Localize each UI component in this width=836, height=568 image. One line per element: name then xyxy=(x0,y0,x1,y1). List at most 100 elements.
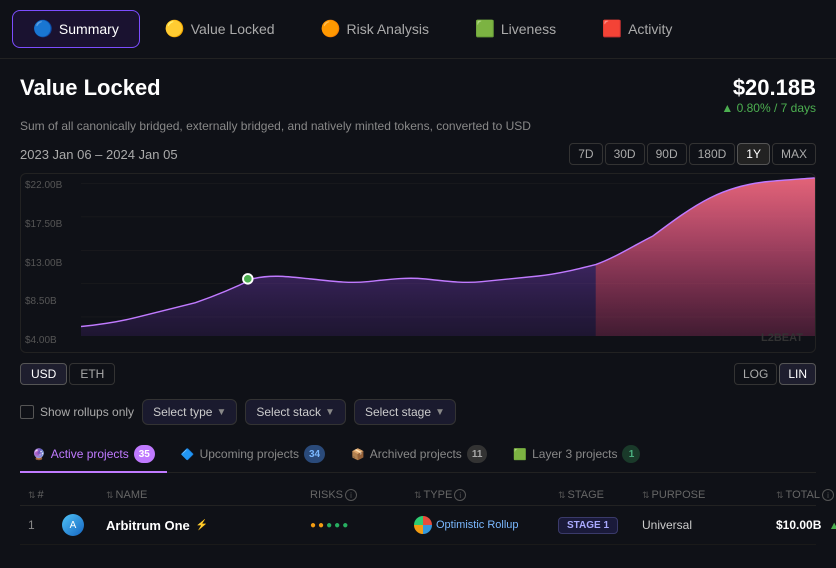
tab-liveness[interactable]: 🟩 Liveness xyxy=(454,10,577,48)
type-select[interactable]: Select type ▼ xyxy=(142,399,237,425)
nav-tabs: 🔵 Summary 🟡 Value Locked 🟠 Risk Analysis… xyxy=(0,0,836,59)
chart-marker xyxy=(243,274,253,284)
col-stage-label: STAGE xyxy=(568,489,604,501)
y-label-5: $4.00B xyxy=(25,335,77,346)
tab-activity-label: Activity xyxy=(628,21,672,37)
sort-name-icon: ⇅ xyxy=(106,490,114,501)
risk-analysis-icon: 🟠 xyxy=(321,19,341,39)
period-180d[interactable]: 180D xyxy=(689,143,736,165)
col-stage[interactable]: ⇅ STAGE xyxy=(558,489,638,501)
type-dot-icon xyxy=(414,516,432,534)
currency-usd[interactable]: USD xyxy=(20,363,67,385)
value-locked-chart: $22.00B $17.50B $13.00B $8.50B $4.00B xyxy=(20,173,816,353)
period-1y[interactable]: 1Y xyxy=(737,143,770,165)
chart-svg xyxy=(81,174,815,346)
period-30d[interactable]: 30D xyxy=(605,143,645,165)
type-select-label: Select type xyxy=(153,405,212,419)
col-name[interactable]: ⇅ NAME xyxy=(106,489,306,501)
type-chevron-icon: ▼ xyxy=(216,407,226,418)
value-locked-icon: 🟡 xyxy=(165,19,185,39)
type-info-icon[interactable]: i xyxy=(454,489,466,501)
stack-select-label: Select stack xyxy=(256,405,321,419)
tab-liveness-label: Liveness xyxy=(501,21,556,37)
value-locked-title: Value Locked xyxy=(20,75,161,101)
row-total-change: ▲ 4.87% xyxy=(829,520,836,532)
sort-type-icon: ⇅ xyxy=(414,490,422,501)
rollup-label: Show rollups only xyxy=(40,405,134,419)
value-change: ▲ 0.80% / 7 days xyxy=(721,101,816,115)
tab-value-locked[interactable]: 🟡 Value Locked xyxy=(144,10,296,48)
active-projects-icon: 🔮 xyxy=(32,448,46,461)
total-info-icon[interactable]: i xyxy=(822,489,834,501)
chart-y-axis: $22.00B $17.50B $13.00B $8.50B $4.00B xyxy=(21,174,81,352)
rollup-checkbox[interactable] xyxy=(20,405,34,419)
change-period: / 7 days xyxy=(774,101,816,115)
sort-purpose-icon: ⇅ xyxy=(642,490,650,501)
currency-eth[interactable]: ETH xyxy=(69,363,115,385)
col-purpose-label: PURPOSE xyxy=(652,489,706,501)
col-type-label: TYPE xyxy=(424,489,453,501)
tab-value-locked-label: Value Locked xyxy=(191,21,275,37)
tab-layer3-projects[interactable]: 🟩 Layer 3 projects 1 xyxy=(501,437,652,473)
row-num: 1 xyxy=(28,518,58,532)
liveness-icon: 🟩 xyxy=(475,19,495,39)
chart-watermark: L2BEAT xyxy=(761,332,803,344)
change-percent: ▲ 0.80% xyxy=(721,101,770,115)
archived-projects-icon: 📦 xyxy=(351,448,365,461)
y-label-4: $8.50B xyxy=(25,296,77,307)
col-total[interactable]: ⇅ TOTAL i xyxy=(776,489,836,501)
upcoming-projects-icon: 🔷 xyxy=(181,448,195,461)
row-risks: ● ● ● ● ● xyxy=(310,520,410,531)
filter-row: Show rollups only Select type ▼ Select s… xyxy=(20,399,816,425)
scale-log[interactable]: LOG xyxy=(734,363,777,385)
stack-select[interactable]: Select stack ▼ xyxy=(245,399,346,425)
row-stage: STAGE 1 xyxy=(558,517,638,534)
period-7d[interactable]: 7D xyxy=(569,143,602,165)
row-name-cell: Arbitrum One ⚡ xyxy=(106,518,306,533)
tab-active-projects[interactable]: 🔮 Active projects 35 xyxy=(20,437,167,473)
tab-summary-label: Summary xyxy=(59,21,119,37)
row-purpose: Universal xyxy=(642,518,772,532)
scale-lin[interactable]: LIN xyxy=(779,363,816,385)
value-amount: $20.18B xyxy=(721,75,816,101)
row-type-label: Optimistic Rollup xyxy=(436,519,519,531)
activity-icon: 🟥 xyxy=(602,19,622,39)
stage-chevron-icon: ▼ xyxy=(435,407,445,418)
active-projects-badge: 35 xyxy=(134,445,155,463)
upcoming-projects-badge: 34 xyxy=(304,445,325,463)
table-header: ⇅ # ⇅ NAME RISKS i ⇅ TYPE i ⇅ STAGE ⇅ PU… xyxy=(20,485,816,506)
upcoming-projects-label: Upcoming projects xyxy=(200,447,299,461)
tab-summary[interactable]: 🔵 Summary xyxy=(12,10,140,48)
tab-risk-analysis-label: Risk Analysis xyxy=(346,21,428,37)
row-project-name: Arbitrum One xyxy=(106,518,190,533)
period-90d[interactable]: 90D xyxy=(647,143,687,165)
stage-select[interactable]: Select stage ▼ xyxy=(354,399,456,425)
col-risks[interactable]: RISKS i xyxy=(310,489,410,501)
summary-icon: 🔵 xyxy=(33,19,53,39)
row-total-cell: $10.00B ▲ 4.87% xyxy=(776,518,836,532)
col-total-label: TOTAL xyxy=(786,489,820,501)
verified-icon: ⚡ xyxy=(196,520,208,531)
chart-controls: USD ETH LOG LIN xyxy=(20,363,816,385)
currency-group: USD ETH xyxy=(20,363,115,385)
risks-info-icon[interactable]: i xyxy=(345,489,357,501)
sort-total-icon: ⇅ xyxy=(776,490,784,501)
layer3-projects-badge: 1 xyxy=(622,445,640,463)
col-risks-label: RISKS xyxy=(310,489,343,501)
table-row[interactable]: 1 A Arbitrum One ⚡ ● ● ● ● ● Optimistic … xyxy=(20,506,816,545)
col-type[interactable]: ⇅ TYPE i xyxy=(414,489,554,501)
tab-upcoming-projects[interactable]: 🔷 Upcoming projects 34 xyxy=(169,437,337,473)
tab-risk-analysis[interactable]: 🟠 Risk Analysis xyxy=(300,10,450,48)
col-num[interactable]: ⇅ # xyxy=(28,489,58,501)
row-logo: A xyxy=(62,514,102,536)
y-label-1: $22.00B xyxy=(25,180,77,191)
tab-archived-projects[interactable]: 📦 Archived projects 11 xyxy=(339,437,499,473)
period-max[interactable]: MAX xyxy=(772,143,816,165)
tab-activity[interactable]: 🟥 Activity xyxy=(581,10,693,48)
rollup-toggle[interactable]: Show rollups only xyxy=(20,405,134,419)
row-type-cell: Optimistic Rollup xyxy=(414,516,554,534)
main-content: Value Locked $20.18B ▲ 0.80% / 7 days Su… xyxy=(0,59,836,561)
col-purpose[interactable]: ⇅ PURPOSE xyxy=(642,489,772,501)
row-total: $10.00B xyxy=(776,518,821,532)
date-row: 2023 Jan 06 – 2024 Jan 05 7D 30D 90D 180… xyxy=(20,143,816,165)
